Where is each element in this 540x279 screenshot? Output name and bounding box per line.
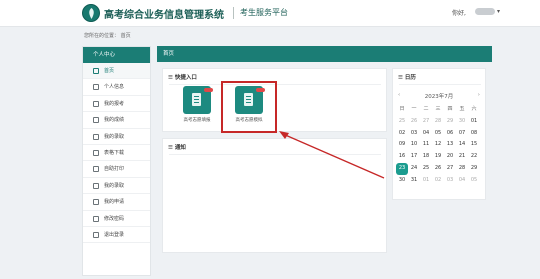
annotation-arrow [279, 131, 385, 179]
